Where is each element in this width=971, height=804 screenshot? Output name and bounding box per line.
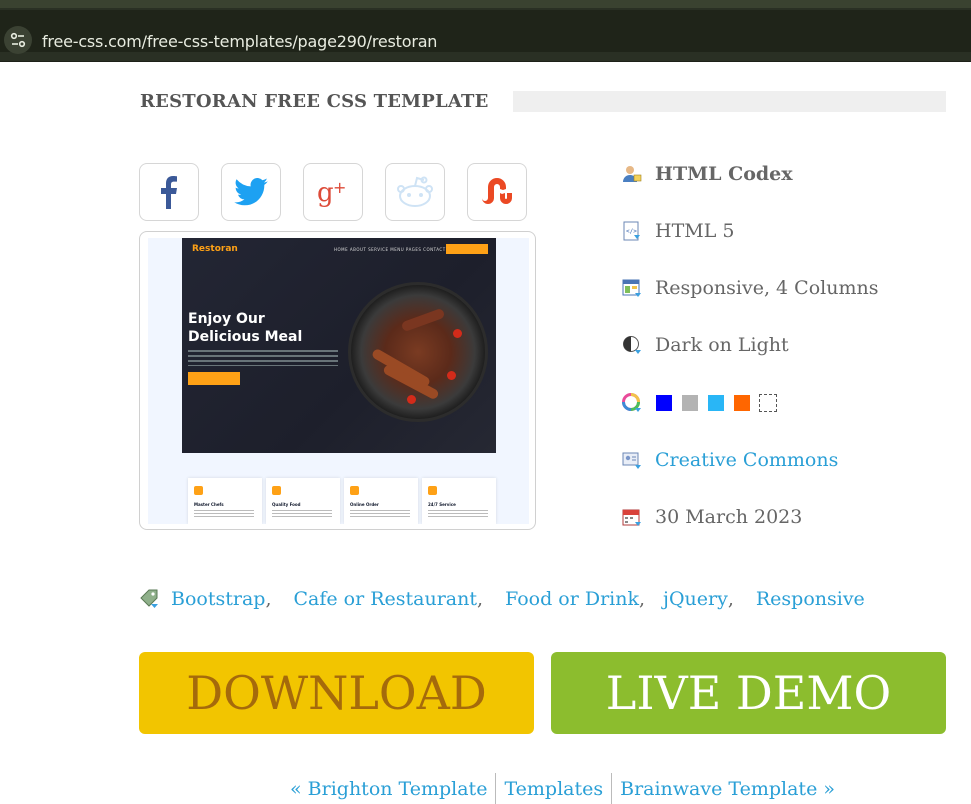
color-wheel-icon <box>622 393 642 413</box>
color-swatch <box>655 394 673 412</box>
tag-separator: , <box>265 588 272 610</box>
tag-link-cafe-restaurant[interactable]: Cafe or Restaurant <box>293 588 477 610</box>
previous-template-link[interactable]: « Brighton Template <box>282 778 495 800</box>
preview-service-card: Master Chefs <box>188 478 262 524</box>
license-icon <box>622 450 642 470</box>
stumbleupon-share-button[interactable] <box>467 163 527 221</box>
color-swatches <box>655 394 785 412</box>
url-field[interactable]: free-css.com/free-css-templates/page290/… <box>0 10 971 54</box>
color-swatch <box>681 394 699 412</box>
next-template-link[interactable]: Brainwave Template » <box>612 778 843 800</box>
svg-text:</>: </> <box>626 228 637 235</box>
tag-link-food-drink[interactable]: Food or Drink <box>505 588 639 610</box>
svg-text:g: g <box>317 178 334 207</box>
date-row: 30 March 2023 <box>622 505 802 529</box>
color-scheme-row: Dark on Light <box>622 333 789 357</box>
color-swatch <box>759 394 777 412</box>
layout-row: Responsive, 4 Columns <box>622 276 878 300</box>
facebook-icon <box>161 176 177 209</box>
tag-separator: , <box>639 588 646 610</box>
preview-grill-image <box>348 282 488 422</box>
google-plus-share-button[interactable]: g + <box>303 163 363 221</box>
layout-icon <box>622 278 642 298</box>
live-demo-button[interactable]: LIVE DEMO <box>551 652 946 734</box>
twitter-share-button[interactable] <box>221 163 281 221</box>
tag-separator: , <box>727 588 734 610</box>
facebook-share-button[interactable] <box>139 163 199 221</box>
templates-link[interactable]: Templates <box>496 778 611 800</box>
color-swatch <box>707 394 725 412</box>
svg-text:+: + <box>333 178 346 197</box>
author-name: HTML Codex <box>655 163 793 185</box>
google-plus-icon: g + <box>317 178 346 207</box>
stumbleupon-icon <box>482 178 512 204</box>
preview-cta <box>188 372 240 385</box>
author-icon <box>622 164 642 184</box>
license-row: Creative Commons <box>622 448 838 472</box>
html-version: HTML 5 <box>655 220 735 242</box>
preview-nav: HOME ABOUT SERVICE MENU PAGES CONTACT <box>334 247 446 252</box>
browser-tab-strip <box>0 0 971 8</box>
preview-headline: Enjoy Our Delicious Meal <box>188 311 303 345</box>
preview-logo: Restoran <box>192 244 238 254</box>
html-file-icon: </> <box>622 221 642 241</box>
browser-address-bar: free-css.com/free-css-templates/page290/… <box>0 0 971 62</box>
colors-row <box>622 391 785 415</box>
calendar-icon <box>622 507 642 527</box>
preview-book-button <box>446 244 488 254</box>
reddit-share-button[interactable] <box>385 163 445 221</box>
license-link[interactable]: Creative Commons <box>655 449 838 471</box>
site-settings-icon[interactable] <box>4 26 32 54</box>
layout-text: Responsive, 4 Columns <box>655 277 879 299</box>
tag-link-jquery[interactable]: jQuery <box>663 588 728 610</box>
download-button[interactable]: DOWNLOAD <box>139 652 534 734</box>
color-scheme-text: Dark on Light <box>655 334 789 356</box>
page-title: RESTORAN FREE CSS TEMPLATE <box>140 91 489 112</box>
template-preview-image[interactable]: Restoran HOME ABOUT SERVICE MENU PAGES C… <box>139 231 536 530</box>
tag-link-responsive[interactable]: Responsive <box>756 588 865 610</box>
tag-icon <box>139 588 161 610</box>
reddit-icon <box>397 176 433 207</box>
date-text: 30 March 2023 <box>655 506 803 528</box>
preview-hero: Restoran HOME ABOUT SERVICE MENU PAGES C… <box>182 238 496 453</box>
preview-paragraph <box>188 350 338 366</box>
twitter-icon <box>234 178 268 206</box>
tag-link-bootstrap[interactable]: Bootstrap <box>171 588 265 610</box>
preview-service-card: Online Order <box>344 478 418 524</box>
preview-service-card: Quality Food <box>266 478 340 524</box>
html-version-row: </> HTML 5 <box>622 219 734 243</box>
color-swatch <box>733 394 751 412</box>
tag-list: Bootstrap , Cafe or Restaurant , Food or… <box>139 586 865 612</box>
preview-screenshot: Restoran HOME ABOUT SERVICE MENU PAGES C… <box>148 238 529 524</box>
preview-service-card: 24/7 Service <box>422 478 496 524</box>
template-pager: « Brighton Template Templates Brainwave … <box>282 773 843 804</box>
contrast-icon <box>622 335 642 355</box>
tag-separator: , <box>477 588 484 610</box>
title-rule <box>513 91 946 112</box>
url-text[interactable]: free-css.com/free-css-templates/page290/… <box>42 32 437 51</box>
author-row: HTML Codex <box>622 162 793 186</box>
